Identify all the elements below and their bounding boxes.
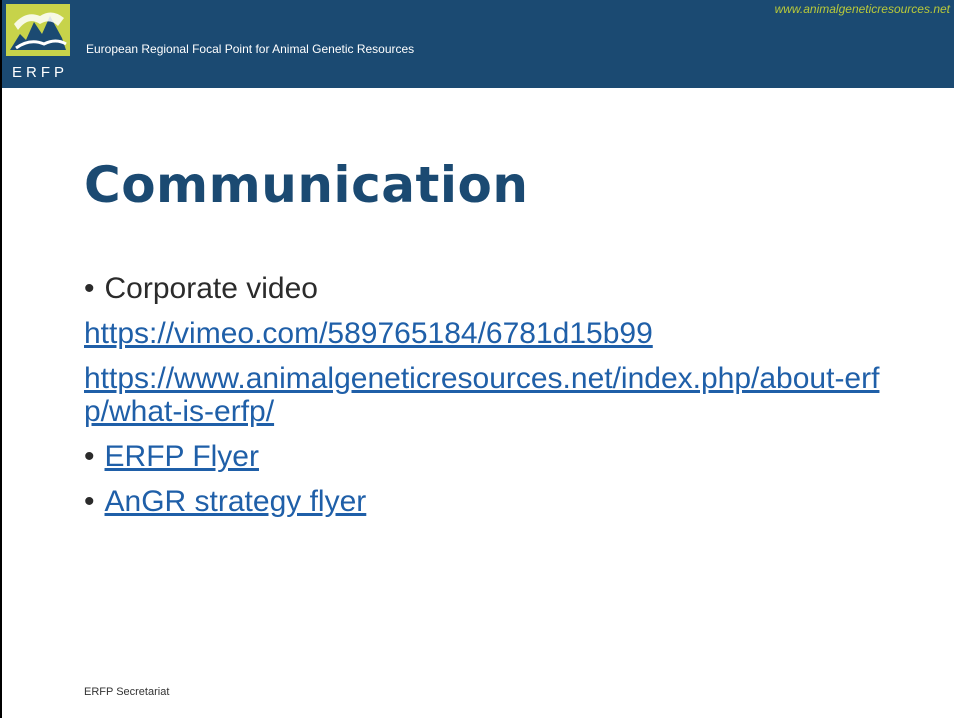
erfp-logo-icon: ERFP	[6, 4, 70, 84]
list-item-erfp-link: https://www.animalgeneticresources.net/i…	[84, 362, 904, 428]
list-item-vimeo-link: https://vimeo.com/589765184/6781d15b99	[84, 317, 904, 350]
footer-text: ERFP Secretariat	[84, 686, 170, 698]
header-url[interactable]: www.animalgeneticresources.net	[775, 2, 950, 16]
bullet-icon: •	[84, 440, 95, 473]
header-bar: ERFP European Regional Focal Point for A…	[2, 0, 954, 88]
list-item-text: Corporate video	[104, 272, 318, 305]
bullet-icon: •	[84, 485, 95, 518]
vimeo-link[interactable]: https://vimeo.com/589765184/6781d15b99	[84, 317, 653, 350]
bullet-icon: •	[84, 272, 95, 305]
list-item-angr-flyer: • AnGR strategy flyer	[84, 485, 904, 518]
list-item-erfp-flyer: • ERFP Flyer	[84, 440, 904, 473]
erfp-flyer-link[interactable]: ERFP Flyer	[105, 440, 259, 473]
angr-strategy-flyer-link[interactable]: AnGR strategy flyer	[105, 485, 367, 518]
slide: ERFP European Regional Focal Point for A…	[0, 0, 954, 718]
header-org-name: European Regional Focal Point for Animal…	[86, 42, 415, 56]
list-item-corporate-video: • Corporate video	[84, 272, 904, 305]
slide-content: • Corporate video https://vimeo.com/58976…	[84, 272, 904, 530]
logo-text: ERFP	[12, 64, 69, 81]
what-is-erfp-link[interactable]: https://www.animalgeneticresources.net/i…	[84, 362, 879, 428]
slide-title: Communication	[84, 156, 529, 214]
